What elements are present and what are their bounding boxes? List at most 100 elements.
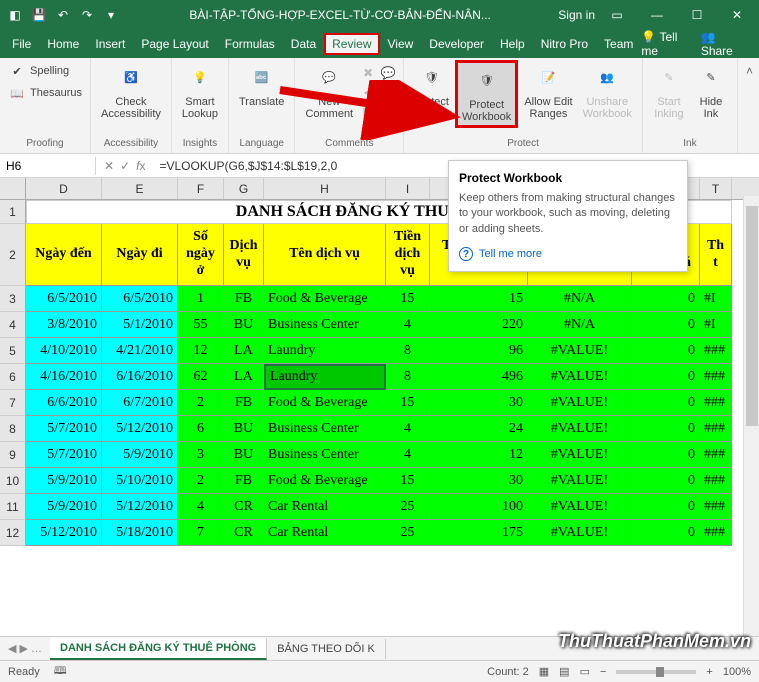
row-header[interactable]: 10 [0, 468, 26, 494]
select-all-corner[interactable] [0, 178, 26, 199]
cell[interactable]: 3/8/2010 [26, 312, 102, 338]
cell[interactable]: 0 [632, 416, 700, 442]
qat-more[interactable]: ▾ [100, 4, 122, 26]
cell[interactable]: 0 [632, 520, 700, 546]
tab-home[interactable]: Home [39, 33, 87, 55]
cell[interactable]: 4/21/2010 [102, 338, 178, 364]
cell[interactable]: 25 [386, 520, 430, 546]
zoom-out[interactable]: − [600, 666, 606, 678]
cell[interactable]: 5/18/2010 [102, 520, 178, 546]
cell[interactable]: 3 [178, 442, 224, 468]
cell[interactable]: #VALUE! [528, 338, 632, 364]
table-header[interactable]: Tên dịch vụ [264, 224, 386, 286]
col-header[interactable]: E [102, 178, 178, 199]
vertical-scrollbar[interactable] [743, 196, 759, 636]
tooltip-tellmemore[interactable]: ?Tell me more [459, 247, 677, 261]
cell[interactable]: #VALUE! [528, 520, 632, 546]
tellme-search[interactable]: 💡 Tell me [641, 30, 692, 58]
cell[interactable]: ### [700, 494, 732, 520]
protect-workbook-button[interactable]: 🛡Protect Workbook [455, 60, 518, 128]
undo-button[interactable]: ↶ [52, 4, 74, 26]
cell[interactable]: BU [224, 442, 264, 468]
cell[interactable]: 0 [632, 494, 700, 520]
cell[interactable]: 7 [178, 520, 224, 546]
tab-nitro[interactable]: Nitro Pro [533, 33, 596, 55]
cell[interactable]: 4 [386, 416, 430, 442]
cell[interactable]: 0 [632, 442, 700, 468]
col-header[interactable]: I [386, 178, 430, 199]
cell[interactable]: #I [700, 286, 732, 312]
cell[interactable]: Car Rental [264, 494, 386, 520]
zoom-level[interactable]: 100% [723, 666, 751, 678]
table-header[interactable]: Ngày đi [102, 224, 178, 286]
cell[interactable]: ### [700, 468, 732, 494]
cell[interactable]: #VALUE! [528, 390, 632, 416]
col-header[interactable]: G [224, 178, 264, 199]
cell[interactable]: #N/A [528, 312, 632, 338]
row-header[interactable]: 5 [0, 338, 26, 364]
cell[interactable]: BU [224, 416, 264, 442]
cell[interactable]: Food & Beverage [264, 468, 386, 494]
tab-developer[interactable]: Developer [421, 33, 492, 55]
cell[interactable]: 5/7/2010 [26, 442, 102, 468]
table-header[interactable]: Ngày đến [26, 224, 102, 286]
tab-nav[interactable]: ◀ ▶ … [0, 642, 50, 655]
row-header[interactable]: 2 [0, 224, 26, 286]
name-box[interactable]: H6 [0, 157, 96, 175]
cell[interactable]: 5/12/2010 [102, 494, 178, 520]
cell[interactable]: Business Center [264, 312, 386, 338]
spelling-button[interactable]: ✔Spelling [6, 60, 84, 82]
tab-pagelayout[interactable]: Page Layout [133, 33, 216, 55]
col-header[interactable]: T [700, 178, 732, 199]
cell[interactable]: 15 [386, 468, 430, 494]
table-header[interactable]: Số ngày ở [178, 224, 224, 286]
cell[interactable]: 12 [430, 442, 528, 468]
cell[interactable]: 62 [178, 364, 224, 390]
cell[interactable]: #VALUE! [528, 416, 632, 442]
table-header[interactable]: Tiền dịch vụ [386, 224, 430, 286]
cell[interactable]: 15 [386, 286, 430, 312]
cell[interactable]: 6/5/2010 [26, 286, 102, 312]
row-header[interactable]: 12 [0, 520, 26, 546]
cell[interactable]: Laundry [264, 364, 386, 390]
check-accessibility-button[interactable]: ♿Check Accessibility [97, 60, 165, 122]
cell[interactable]: LA [224, 338, 264, 364]
save-button[interactable]: 💾 [28, 4, 50, 26]
smart-lookup-button[interactable]: 💡Smart Lookup [178, 60, 222, 122]
cell[interactable]: 5/9/2010 [26, 494, 102, 520]
cell[interactable]: 15 [386, 390, 430, 416]
cell[interactable]: 0 [632, 364, 700, 390]
cell[interactable]: 6/6/2010 [26, 390, 102, 416]
cell[interactable]: #VALUE! [528, 468, 632, 494]
view-normal-icon[interactable]: ▦ [539, 665, 549, 678]
cell[interactable]: Food & Beverage [264, 390, 386, 416]
tab-view[interactable]: View [380, 33, 422, 55]
cell[interactable]: 24 [430, 416, 528, 442]
col-header[interactable]: F [178, 178, 224, 199]
cell[interactable]: 55 [178, 312, 224, 338]
cell[interactable]: Food & Beverage [264, 286, 386, 312]
cell[interactable]: 6/16/2010 [102, 364, 178, 390]
ribbon-options[interactable]: ▭ [599, 0, 635, 30]
redo-button[interactable]: ↷ [76, 4, 98, 26]
cell[interactable]: 5/12/2010 [26, 520, 102, 546]
zoom-in[interactable]: + [706, 666, 712, 678]
tab-insert[interactable]: Insert [87, 33, 133, 55]
cell[interactable]: 0 [632, 390, 700, 416]
cell[interactable]: Laundry [264, 338, 386, 364]
cell[interactable]: ### [700, 416, 732, 442]
cell[interactable]: 30 [430, 468, 528, 494]
cell[interactable]: FB [224, 286, 264, 312]
cell[interactable]: #VALUE! [528, 494, 632, 520]
maximize-button[interactable]: ☐ [679, 0, 715, 30]
cell[interactable]: 1 [178, 286, 224, 312]
enter-formula-icon[interactable]: ✓ [120, 159, 130, 173]
cell[interactable]: 5/9/2010 [26, 468, 102, 494]
tab-help[interactable]: Help [492, 33, 533, 55]
cell[interactable]: 5/10/2010 [102, 468, 178, 494]
cell[interactable]: Business Center [264, 416, 386, 442]
row-header[interactable]: 8 [0, 416, 26, 442]
close-button[interactable]: ✕ [719, 0, 755, 30]
col-header[interactable]: D [26, 178, 102, 199]
cell[interactable]: CR [224, 494, 264, 520]
